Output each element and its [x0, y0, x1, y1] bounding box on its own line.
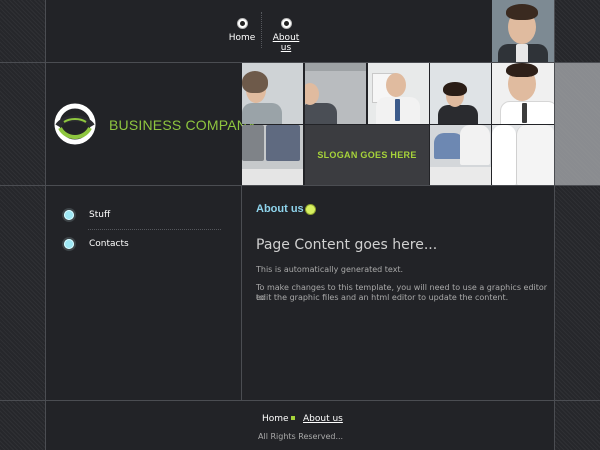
grid-line: [0, 185, 600, 186]
section-title: About us: [256, 203, 304, 215]
grid-line: [241, 185, 242, 400]
copyright-text: All Rights Reserved...: [258, 432, 344, 441]
mosaic-tile: [242, 125, 303, 185]
mosaic-tile: [368, 63, 429, 124]
bullet-icon: [64, 210, 74, 220]
footer-hatch-band-right: [555, 400, 600, 450]
mosaic-tile: [305, 63, 366, 124]
header-portrait-photo: [492, 0, 554, 62]
nav-about-label[interactable]: About us: [273, 33, 300, 53]
section-bullet-icon: [306, 205, 315, 214]
slogan-text: SLOGAN GOES HERE: [305, 125, 429, 185]
mosaic-tile: [430, 63, 491, 124]
nav-item-home[interactable]: Home: [228, 18, 256, 43]
body-text: edit the graphic files and an html edito…: [256, 293, 509, 302]
footer-hatch-band-left: [0, 400, 45, 450]
footer-home-link[interactable]: Home: [262, 414, 289, 424]
radio-bullet-icon: [280, 18, 292, 29]
company-logo-icon: [54, 103, 96, 145]
page-title: Page Content goes here...: [256, 237, 438, 253]
header-hatch-band: [0, 62, 45, 185]
mosaic-tile: [430, 125, 491, 185]
mosaic-tile: [555, 63, 600, 185]
body-text: This is automatically generated text.: [256, 265, 404, 274]
company-name: BUSINESS COMPANY: [109, 117, 257, 133]
mosaic-tile: [492, 63, 554, 124]
radio-bullet-icon: [236, 18, 248, 29]
sidebar-item-label[interactable]: Stuff: [89, 210, 110, 220]
sidebar-item-label[interactable]: Contacts: [89, 239, 129, 249]
mosaic-tile: [492, 125, 554, 185]
footer-separator-icon: [291, 416, 295, 420]
grid-line: [0, 400, 600, 401]
menu-divider: [88, 229, 221, 230]
nav-home-label[interactable]: Home: [229, 33, 256, 43]
nav-divider: [261, 12, 262, 48]
grid-line: [45, 0, 46, 450]
mosaic-tile: [242, 63, 303, 124]
footer-about-link[interactable]: About us: [303, 414, 343, 424]
nav-item-about[interactable]: About us: [267, 18, 305, 53]
bullet-icon: [64, 239, 74, 249]
